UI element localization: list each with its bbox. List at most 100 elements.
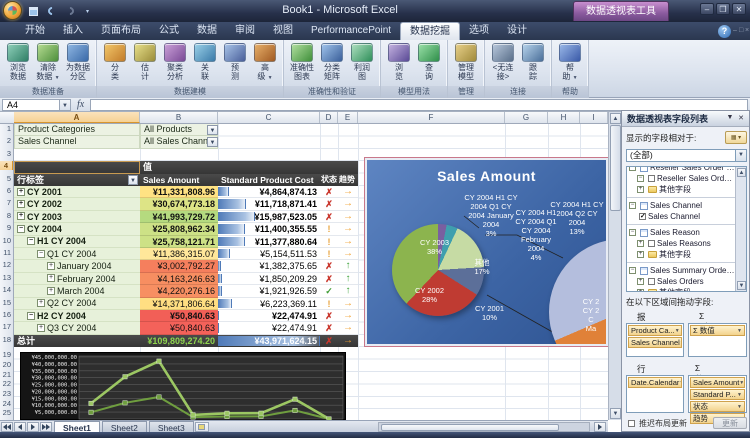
ribbon-button-关联[interactable]: 关联: [191, 43, 219, 81]
pivot-row-label[interactable]: + February 2004: [14, 272, 140, 286]
pivot-row-label[interactable]: + Q3 CY 2004: [14, 322, 140, 335]
help-icon[interactable]: ?: [718, 25, 731, 38]
horizontal-scrollbar[interactable]: [378, 422, 590, 432]
line-chart[interactable]: ¥45,000,000.00 ¥40,000,000.00 ¥35,000,000.…: [20, 352, 346, 422]
ribbon-button-帮助[interactable]: 帮助 ▼: [556, 43, 584, 83]
row-header-9[interactable]: 9: [7, 223, 11, 232]
tree-scroll-down-icon[interactable]: ▼: [737, 281, 746, 290]
ribbon-button-分类[interactable]: 分类: [101, 43, 129, 81]
sales-amount-cell[interactable]: ¥4,163,246.63: [140, 272, 218, 286]
column-header-I[interactable]: I: [580, 112, 608, 123]
row-header-20[interactable]: 20: [3, 360, 11, 369]
product-cost-cell[interactable]: ¥1,850,209.29: [218, 272, 320, 286]
ribbon-tab-开始[interactable]: 开始: [16, 22, 54, 40]
ribbon-tab-插入[interactable]: 插入: [54, 22, 92, 40]
insert-sheet-icon[interactable]: [194, 421, 209, 432]
pivot-row-label[interactable]: − H2 CY 2004: [14, 310, 140, 323]
row-header-15[interactable]: 15: [3, 298, 11, 307]
filter-dropdown-icon[interactable]: ▼: [207, 125, 218, 135]
row-header-18[interactable]: 18: [3, 335, 11, 344]
workbook-close-icon[interactable]: ×: [745, 26, 750, 35]
sales-amount-cell[interactable]: ¥4,220,276.16: [140, 285, 218, 298]
tree-scroll-up-icon[interactable]: ▲: [737, 168, 746, 177]
ribbon-tab-数据[interactable]: 数据: [188, 22, 226, 40]
name-box-dropdown-icon[interactable]: ▼: [60, 98, 71, 111]
last-sheet-icon[interactable]: [40, 421, 52, 432]
ribbon-tab-数据挖掘[interactable]: 数据挖掘: [400, 22, 461, 40]
ribbon-tab-公式[interactable]: 公式: [150, 22, 188, 40]
ribbon-button-浏览数据[interactable]: 浏览 数据: [4, 43, 32, 81]
field-chip[interactable]: 状态 ▼: [690, 401, 745, 412]
sales-amount-cell[interactable]: ¥14,371,806.64: [140, 297, 218, 310]
sales-amount-cell[interactable]: ¥30,674,773.18: [140, 198, 218, 211]
workbook-restore-icon[interactable]: □: [739, 26, 744, 35]
expand-icon[interactable]: +: [37, 324, 45, 333]
sheet-tab-Sheet1[interactable]: Sheet1: [54, 420, 100, 433]
field-tree-item[interactable]: + 其他字段: [627, 249, 735, 260]
ribbon-button-清除数据[interactable]: 清除 数据 ▼: [34, 43, 62, 83]
row-header-1[interactable]: 1: [7, 124, 11, 133]
row-header-11[interactable]: 11: [3, 248, 11, 257]
row-header-25[interactable]: 25: [3, 408, 11, 417]
product-cost-cell[interactable]: ¥11,718,871.41: [218, 198, 320, 211]
field-chip[interactable]: Sales Channel▼: [628, 337, 682, 348]
ribbon-tab-设计[interactable]: 设计: [498, 22, 536, 40]
field-list-view-button[interactable]: ▦ ▾: [725, 131, 747, 144]
pivot-row-label[interactable]: − CY 2004: [14, 223, 140, 236]
field-tree-item[interactable]: − Sales Reason: [627, 227, 735, 238]
chip-dropdown-icon[interactable]: ▼: [675, 326, 680, 335]
column-header-G[interactable]: G: [505, 112, 548, 123]
chip-dropdown-icon[interactable]: ▼: [737, 402, 742, 411]
row-header-7[interactable]: 7: [7, 198, 11, 207]
row-header-19[interactable]: 19: [3, 350, 11, 359]
sheet-tab-Sheet3[interactable]: Sheet3: [148, 420, 194, 433]
ribbon-tab-审阅[interactable]: 审阅: [226, 22, 264, 40]
collapse-icon[interactable]: −: [17, 224, 25, 233]
column-header-F[interactable]: F: [358, 112, 505, 123]
expand-icon[interactable]: +: [47, 286, 55, 295]
pivot-row-label[interactable]: + CY 2002: [14, 198, 140, 211]
product-cost-cell[interactable]: ¥11,377,880.64: [218, 235, 320, 248]
sales-amount-cell[interactable]: ¥50,840.63: [140, 310, 218, 323]
minimize-button[interactable]: –: [700, 3, 714, 15]
field-chip[interactable]: Date.Calendar▼: [628, 377, 682, 388]
product-cost-cell[interactable]: ¥1,921,926.59: [218, 285, 320, 298]
product-cost-cell[interactable]: ¥15,987,523.05: [218, 210, 320, 224]
close-button[interactable]: ✕: [732, 3, 746, 15]
row-header-22[interactable]: 22: [3, 379, 11, 388]
ribbon-button-聚类分析[interactable]: 聚类 分析: [161, 43, 189, 81]
pivot-row-label[interactable]: + January 2004: [14, 260, 140, 273]
field-tree-item[interactable]: + 其他字段: [627, 287, 735, 291]
pivot-row-label[interactable]: + March 2004: [14, 285, 140, 298]
pivot-row-label[interactable]: + CY 2003: [14, 210, 140, 224]
checkbox-icon[interactable]: [648, 278, 655, 285]
collapse-icon[interactable]: −: [629, 167, 636, 171]
field-tree-item[interactable]: − Reseller Sales Order Det...: [627, 167, 735, 173]
row-header-8[interactable]: 8: [7, 211, 11, 220]
vertical-scrollbar[interactable]: ▲ ▼: [608, 112, 621, 420]
checkbox-checked-icon[interactable]: ✓: [639, 213, 646, 220]
field-tree-item[interactable]: − Sales Summary Order Details: [627, 265, 735, 276]
expand-icon[interactable]: +: [47, 262, 55, 271]
row-header-4[interactable]: 4: [0, 161, 13, 171]
sheet-tab-Sheet2[interactable]: Sheet2: [101, 420, 147, 433]
row-header-21[interactable]: 21: [3, 370, 11, 379]
ribbon-button-高级[interactable]: 高级 ▼: [251, 43, 279, 83]
column-header-E[interactable]: E: [338, 112, 358, 123]
chip-dropdown-icon[interactable]: ▼: [680, 338, 681, 347]
product-cost-cell[interactable]: ¥5,154,511.53: [218, 248, 320, 261]
scroll-right-icon[interactable]: [594, 421, 606, 432]
ribbon-tab-视图[interactable]: 视图: [264, 22, 302, 40]
chip-dropdown-icon[interactable]: ▼: [737, 390, 742, 399]
field-tree-item[interactable]: + Sales Orders: [627, 276, 735, 287]
horizontal-scroll-thumb[interactable]: [381, 424, 559, 431]
ribbon-tab-页面布局[interactable]: 页面布局: [92, 22, 150, 40]
sales-amount-cell[interactable]: ¥11,331,808.96: [140, 186, 218, 199]
row-header-5[interactable]: 5: [7, 174, 11, 183]
collapse-icon[interactable]: −: [629, 202, 636, 209]
row-header-3[interactable]: 3: [7, 149, 11, 158]
product-cost-cell[interactable]: ¥22,474.91: [218, 322, 320, 335]
row-header-6[interactable]: 6: [7, 186, 11, 195]
product-cost-cell[interactable]: ¥6,223,369.11: [218, 297, 320, 310]
sales-amount-cell[interactable]: ¥25,758,121.71: [140, 235, 218, 248]
